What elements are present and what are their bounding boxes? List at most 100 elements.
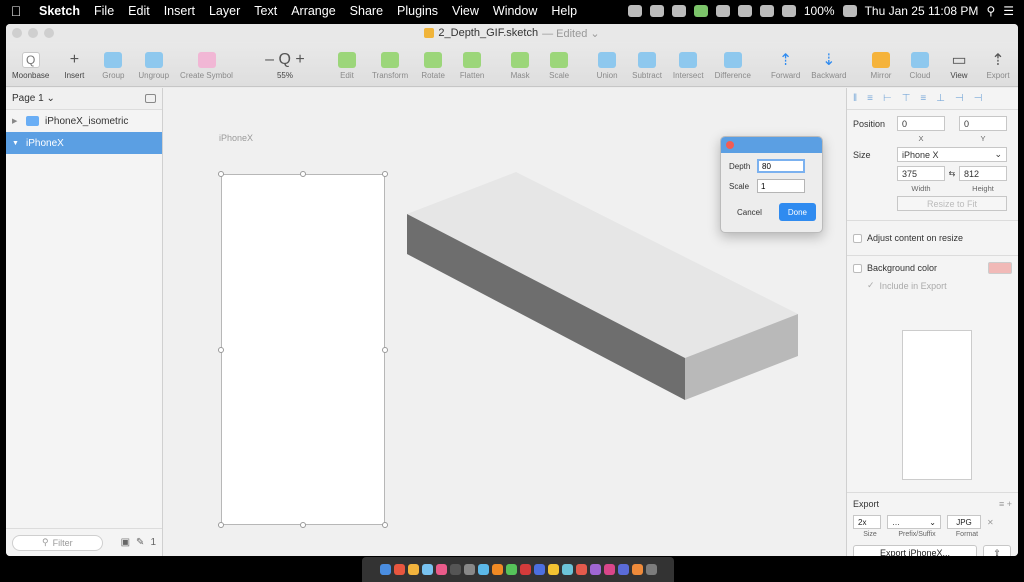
export-size-input[interactable]: 2x [853, 515, 881, 529]
app-icon[interactable] [477, 564, 489, 575]
pages-toggle-icon[interactable] [145, 94, 156, 103]
cancel-button[interactable]: Cancel [729, 203, 770, 221]
done-button[interactable]: Done [778, 203, 816, 221]
background-color-swatch[interactable] [988, 262, 1012, 274]
remove-export-icon[interactable]: ✕ [987, 518, 994, 527]
rotate-button[interactable]: Rotate [419, 52, 447, 80]
align-top-icon[interactable]: ⊤ [902, 93, 911, 104]
menu-edit[interactable]: Edit [121, 4, 157, 18]
add-export-icon[interactable]: + [1007, 499, 1012, 509]
prefix-suffix-select[interactable]: … ⌄ [887, 515, 941, 529]
menu-arrange[interactable]: Arrange [284, 4, 342, 18]
zoom-button[interactable] [44, 28, 54, 38]
background-color-checkbox[interactable]: Background color [853, 262, 1012, 274]
page-selector[interactable]: Page 1 ⌄ [6, 88, 162, 110]
app-icon[interactable] [505, 564, 517, 575]
export-artboard-button[interactable]: Export iPhoneX... [853, 545, 977, 556]
wifi-icon[interactable] [781, 5, 796, 17]
align-vcenter-icon[interactable]: ≡ [920, 93, 926, 104]
scale-input[interactable] [757, 179, 805, 193]
menu-file[interactable]: File [87, 4, 121, 18]
resize-to-fit-button[interactable]: Resize to Fit [897, 196, 1007, 211]
app-icon[interactable] [421, 564, 433, 575]
resize-handle[interactable] [382, 347, 388, 353]
close-icon[interactable] [726, 141, 734, 149]
align-bottom-icon[interactable]: ⊥ [936, 93, 945, 104]
create-symbol-button[interactable]: Create Symbol [180, 52, 233, 80]
clock[interactable]: Thu Jan 25 11:08 PM [865, 4, 979, 18]
app-icon[interactable] [393, 564, 405, 575]
artboard-label[interactable]: iPhoneX [219, 133, 253, 143]
status-app-icon[interactable] [671, 5, 686, 17]
resize-handle[interactable] [218, 171, 224, 177]
app-icon[interactable] [435, 564, 447, 575]
lock-ratio-icon[interactable]: ⇆ [945, 169, 959, 178]
app-icon[interactable] [603, 564, 615, 575]
menu-app-name[interactable]: Sketch [32, 4, 87, 18]
trash-icon[interactable] [645, 564, 657, 575]
minimize-button[interactable] [28, 28, 38, 38]
notification-center-icon[interactable]: ☰ [1003, 4, 1014, 18]
finder-icon[interactable] [379, 564, 391, 575]
menu-view[interactable]: View [445, 4, 486, 18]
symbol-filter-icon[interactable]: ▣ [121, 537, 130, 548]
zoom-control[interactable]: – Q + 55% [261, 51, 309, 80]
status-app-icon[interactable] [627, 5, 642, 17]
document-title[interactable]: 2_Depth_GIF.sketch — Edited ⌄ [424, 27, 600, 40]
status-app-icon[interactable] [693, 5, 708, 17]
distribute-v-icon[interactable]: ⊣ [974, 93, 983, 104]
moonbase-button[interactable]: Q Moonbase [12, 52, 49, 80]
view-button[interactable]: ▭ View [945, 52, 973, 80]
edit-button[interactable]: Edit [333, 52, 361, 80]
app-icon[interactable] [519, 564, 531, 575]
include-in-export-checkbox[interactable]: ✓ Include in Export [867, 280, 1012, 291]
app-icon[interactable] [533, 564, 545, 575]
menu-share[interactable]: Share [343, 4, 390, 18]
canvas[interactable]: iPhoneX Depth Scale [163, 88, 846, 556]
app-icon[interactable] [463, 564, 475, 575]
resize-handle[interactable] [382, 171, 388, 177]
spotlight-icon[interactable]: ⚲ [986, 4, 995, 18]
align-left-icon[interactable]: ‖ [853, 93, 857, 104]
resize-handle[interactable] [300, 171, 306, 177]
layer-item[interactable]: ▶ iPhoneX_isometric [6, 110, 162, 132]
union-button[interactable]: Union [593, 52, 621, 80]
disclosure-triangle-icon[interactable]: ▶ [12, 117, 20, 125]
export-format-select[interactable]: JPG [947, 515, 981, 529]
insert-button[interactable]: + Insert [60, 51, 88, 80]
artboard-iphonex[interactable] [218, 171, 388, 528]
filter-input[interactable]: ⚲ Filter [12, 534, 103, 551]
app-icon[interactable] [617, 564, 629, 575]
export-button[interactable]: ⇡ Export [984, 52, 1012, 80]
cloud-button[interactable]: Cloud [906, 52, 934, 80]
checkbox-box[interactable] [853, 263, 862, 273]
distribute-h-icon[interactable]: ⊣ [955, 93, 964, 104]
forward-button[interactable]: ⇡ Forward [771, 52, 800, 80]
align-right-icon[interactable]: ⊢ [883, 93, 892, 104]
mirror-button[interactable]: Mirror [867, 52, 895, 80]
menu-insert[interactable]: Insert [157, 4, 202, 18]
slice-filter-icon[interactable]: ✎ [136, 537, 144, 548]
mask-button[interactable]: Mask [506, 52, 534, 80]
status-app-icon[interactable] [649, 5, 664, 17]
subtract-button[interactable]: Subtract [632, 52, 662, 80]
apple-icon[interactable]:  [0, 3, 32, 19]
battery-icon[interactable] [842, 5, 857, 17]
menu-plugins[interactable]: Plugins [390, 4, 445, 18]
menu-text[interactable]: Text [247, 4, 284, 18]
x-input[interactable]: 0 [897, 116, 945, 131]
ungroup-button[interactable]: Ungroup [138, 52, 169, 80]
app-icon[interactable] [449, 564, 461, 575]
app-icon[interactable] [491, 564, 503, 575]
size-preset-select[interactable]: iPhone X ⌄ [897, 147, 1007, 162]
list-icon[interactable]: ≡ [999, 499, 1004, 509]
app-icon[interactable] [575, 564, 587, 575]
y-input[interactable]: 0 [959, 116, 1007, 131]
close-button[interactable] [12, 28, 22, 38]
bluetooth-icon[interactable] [759, 5, 774, 17]
backward-button[interactable]: ⇣ Backward [811, 52, 846, 80]
menu-window[interactable]: Window [486, 4, 544, 18]
resize-handle[interactable] [218, 347, 224, 353]
intersect-button[interactable]: Intersect [673, 52, 704, 80]
scale-button[interactable]: Scale [545, 52, 573, 80]
